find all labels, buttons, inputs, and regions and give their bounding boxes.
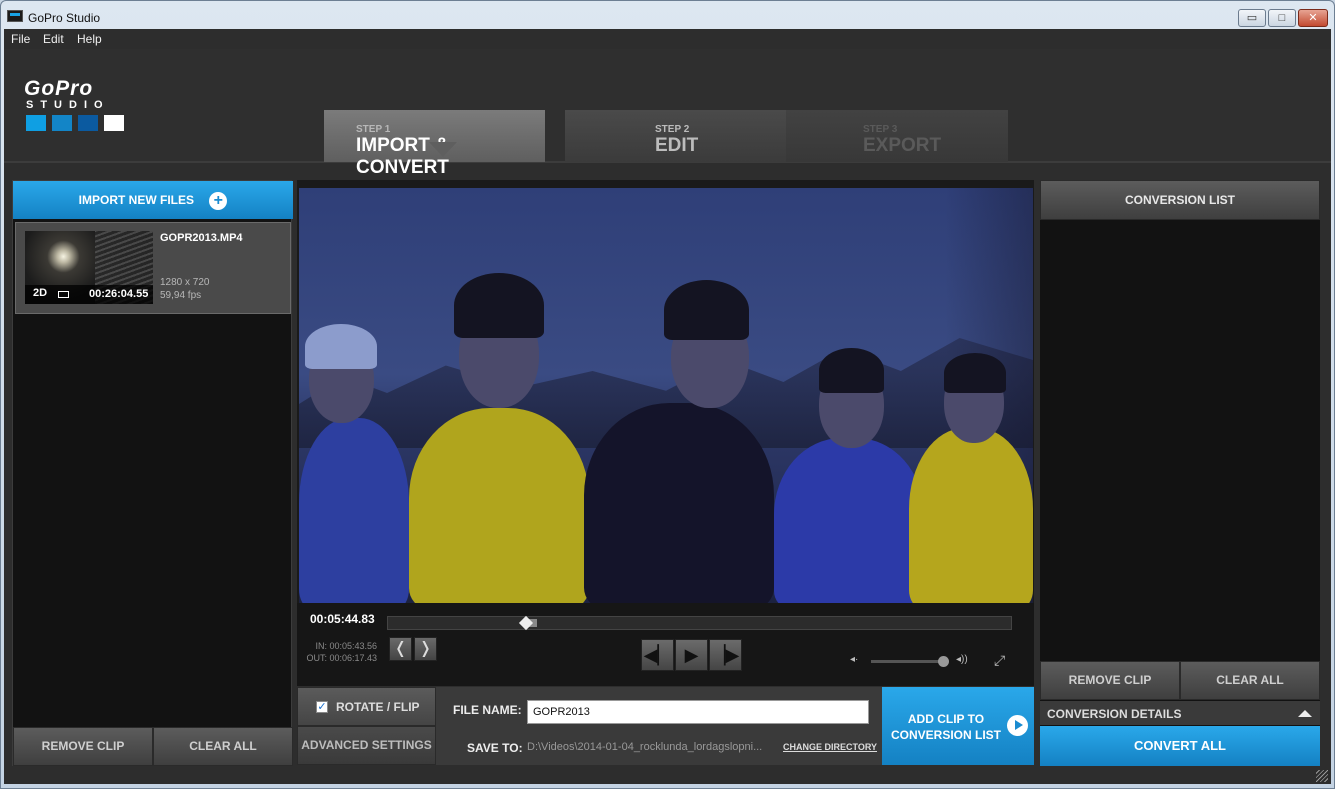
import-new-files-button[interactable]: IMPORT NEW FILES + (13, 181, 293, 219)
video-figure (584, 403, 774, 603)
clip-thumbnail: 2D 00:26:04.55 (25, 231, 153, 304)
add-clip-label-line2: CONVERSION LIST (890, 728, 1001, 742)
volume-low-icon[interactable]: ◂· (850, 654, 858, 665)
conversion-remove-clip-button[interactable]: REMOVE CLIP (1040, 661, 1180, 700)
video-player: 00:05:44.83 IN: 00:05:43.56 OUT: 00:06:1… (297, 180, 1034, 686)
play-circle-icon (1007, 715, 1028, 736)
fullscreen-icon[interactable]: ⤢ (994, 652, 1005, 669)
out-point-label: OUT: 00:06:17.43 (306, 653, 377, 663)
video-figure (774, 438, 924, 603)
clip-settings-bar: ✓ ROTATE / FLIP ADVANCED SETTINGS FILE N… (297, 687, 1034, 765)
logo-wordmark: GoPro (24, 77, 94, 100)
plus-circle-icon: + (209, 191, 228, 210)
import-label: IMPORT NEW FILES (78, 193, 194, 207)
add-clip-label-line1: ADD CLIP TO (907, 712, 985, 726)
tab-export[interactable]: STEP 3 EXPORT (786, 110, 1008, 162)
menu-help[interactable]: Help (77, 32, 102, 46)
logo-subtitle: STUDIO (26, 99, 110, 111)
conversion-list-header: CONVERSION LIST (1040, 180, 1320, 220)
conversion-list-panel: CONVERSION LIST REMOVE CLIP CLEAR ALL CO… (1040, 180, 1320, 766)
file-name-input[interactable]: GOPR2013 (527, 700, 869, 724)
menu-bar: File Edit Help (4, 29, 1331, 49)
clip-resolution: 1280 x 720 (160, 277, 210, 288)
video-figure-hat (944, 353, 1006, 393)
convert-all-button[interactable]: CONVERT ALL (1040, 726, 1320, 766)
in-out-points: IN: 00:05:43.56 OUT: 00:06:17.43 (302, 640, 377, 664)
logo-square (52, 115, 72, 131)
volume-slider-handle[interactable] (938, 656, 949, 667)
save-to-label: SAVE TO: (467, 741, 523, 755)
close-button[interactable]: ✕ (1298, 9, 1328, 27)
video-figure (409, 408, 589, 603)
logo-squares (26, 115, 130, 131)
conversion-details-label: CONVERSION DETAILS (1047, 707, 1182, 721)
conversion-clear-all-button[interactable]: CLEAR ALL (1180, 661, 1320, 700)
tab-step-label: STEP 3 (863, 124, 898, 135)
change-directory-link[interactable]: CHANGE DIRECTORY (783, 742, 877, 752)
header: GoPro STUDIO STEP 1 IMPORT & CONVERT STE… (4, 49, 1331, 178)
video-figure (299, 418, 409, 603)
maximize-button[interactable]: □ (1268, 9, 1296, 27)
in-point-label: IN: 00:05:43.56 (315, 641, 377, 651)
tab-edit[interactable]: STEP 2 EDIT (565, 110, 786, 162)
clip-fps: 59,94 fps (160, 290, 202, 301)
menu-edit[interactable]: Edit (43, 32, 64, 46)
clear-all-button[interactable]: CLEAR ALL (153, 727, 293, 766)
rotate-flip-label: ROTATE / FLIP (336, 700, 420, 714)
advanced-settings-button[interactable]: ADVANCED SETTINGS (297, 726, 436, 765)
step-forward-button[interactable]: ▕▶ (709, 639, 742, 671)
resize-grip[interactable] (1316, 770, 1328, 782)
mark-out-button[interactable]: ❭ (414, 637, 437, 661)
camera-icon (58, 291, 69, 298)
minimize-button[interactable]: ▭ (1238, 9, 1266, 27)
app-window: GoPro Studio ▭ □ ✕ File Edit Help GoPro … (0, 0, 1335, 789)
logo-square (104, 115, 124, 131)
save-path-value: D:\Videos\2014-01-04_rocklunda_lordagslo… (527, 741, 763, 753)
tab-step-label: STEP 1 (356, 124, 391, 135)
tab-step-label: STEP 2 (655, 124, 690, 135)
logo-square (78, 115, 98, 131)
video-figure-hat (305, 324, 377, 369)
gopro-app-icon (7, 10, 23, 22)
current-timecode: 00:05:44.83 (310, 612, 375, 626)
step-back-button[interactable]: ◀▏ (641, 639, 674, 671)
remove-clip-button[interactable]: REMOVE CLIP (13, 727, 153, 766)
active-tab-pointer (429, 142, 457, 157)
logo-square (26, 115, 46, 131)
clip-filename: GOPR2013.MP4 (160, 232, 243, 244)
title-bar[interactable]: GoPro Studio ▭ □ ✕ (1, 1, 1334, 29)
volume-high-icon[interactable]: ◂)) (956, 654, 968, 665)
window-title: GoPro Studio (28, 11, 101, 25)
rotate-flip-checkbox[interactable]: ✓ (316, 701, 328, 713)
mark-in-button[interactable]: ❬ (389, 637, 412, 661)
scrub-bar[interactable] (387, 615, 1012, 631)
2d-badge: 2D (33, 287, 48, 299)
tab-name-label: EDIT (655, 135, 699, 156)
video-figure (909, 428, 1033, 603)
volume-slider[interactable] (871, 660, 947, 663)
play-button[interactable]: ▶ (675, 639, 708, 671)
add-clip-to-conversion-list-button[interactable]: ADD CLIP TO CONVERSION LIST (882, 687, 1034, 765)
video-figure-hat (454, 273, 544, 338)
video-figure-hat (664, 280, 749, 340)
clip-duration: 00:26:04.55 (89, 288, 149, 300)
conversion-details-toggle[interactable]: CONVERSION DETAILS (1040, 701, 1320, 725)
tab-name-label: EXPORT (863, 135, 942, 156)
media-bin-panel: IMPORT NEW FILES + 2D 00:26:04.55 GOPR20… (12, 180, 293, 766)
video-figure-hat (819, 348, 884, 393)
app-client-area: File Edit Help GoPro STUDIO STEP 1 IMPOR… (4, 29, 1331, 784)
file-name-label: FILE NAME: (453, 703, 522, 717)
add-clip-label: ADD CLIP TO CONVERSION LIST (882, 711, 1010, 743)
chevron-up-icon (1298, 710, 1312, 717)
playback-controls: 00:05:44.83 IN: 00:05:43.56 OUT: 00:06:1… (297, 603, 1034, 686)
rotate-flip-toggle[interactable]: ✓ ROTATE / FLIP (297, 687, 436, 726)
clip-item[interactable]: 2D 00:26:04.55 GOPR2013.MP4 1280 x 720 5… (15, 222, 291, 314)
video-preview[interactable] (299, 188, 1033, 603)
menu-file[interactable]: File (11, 32, 30, 46)
